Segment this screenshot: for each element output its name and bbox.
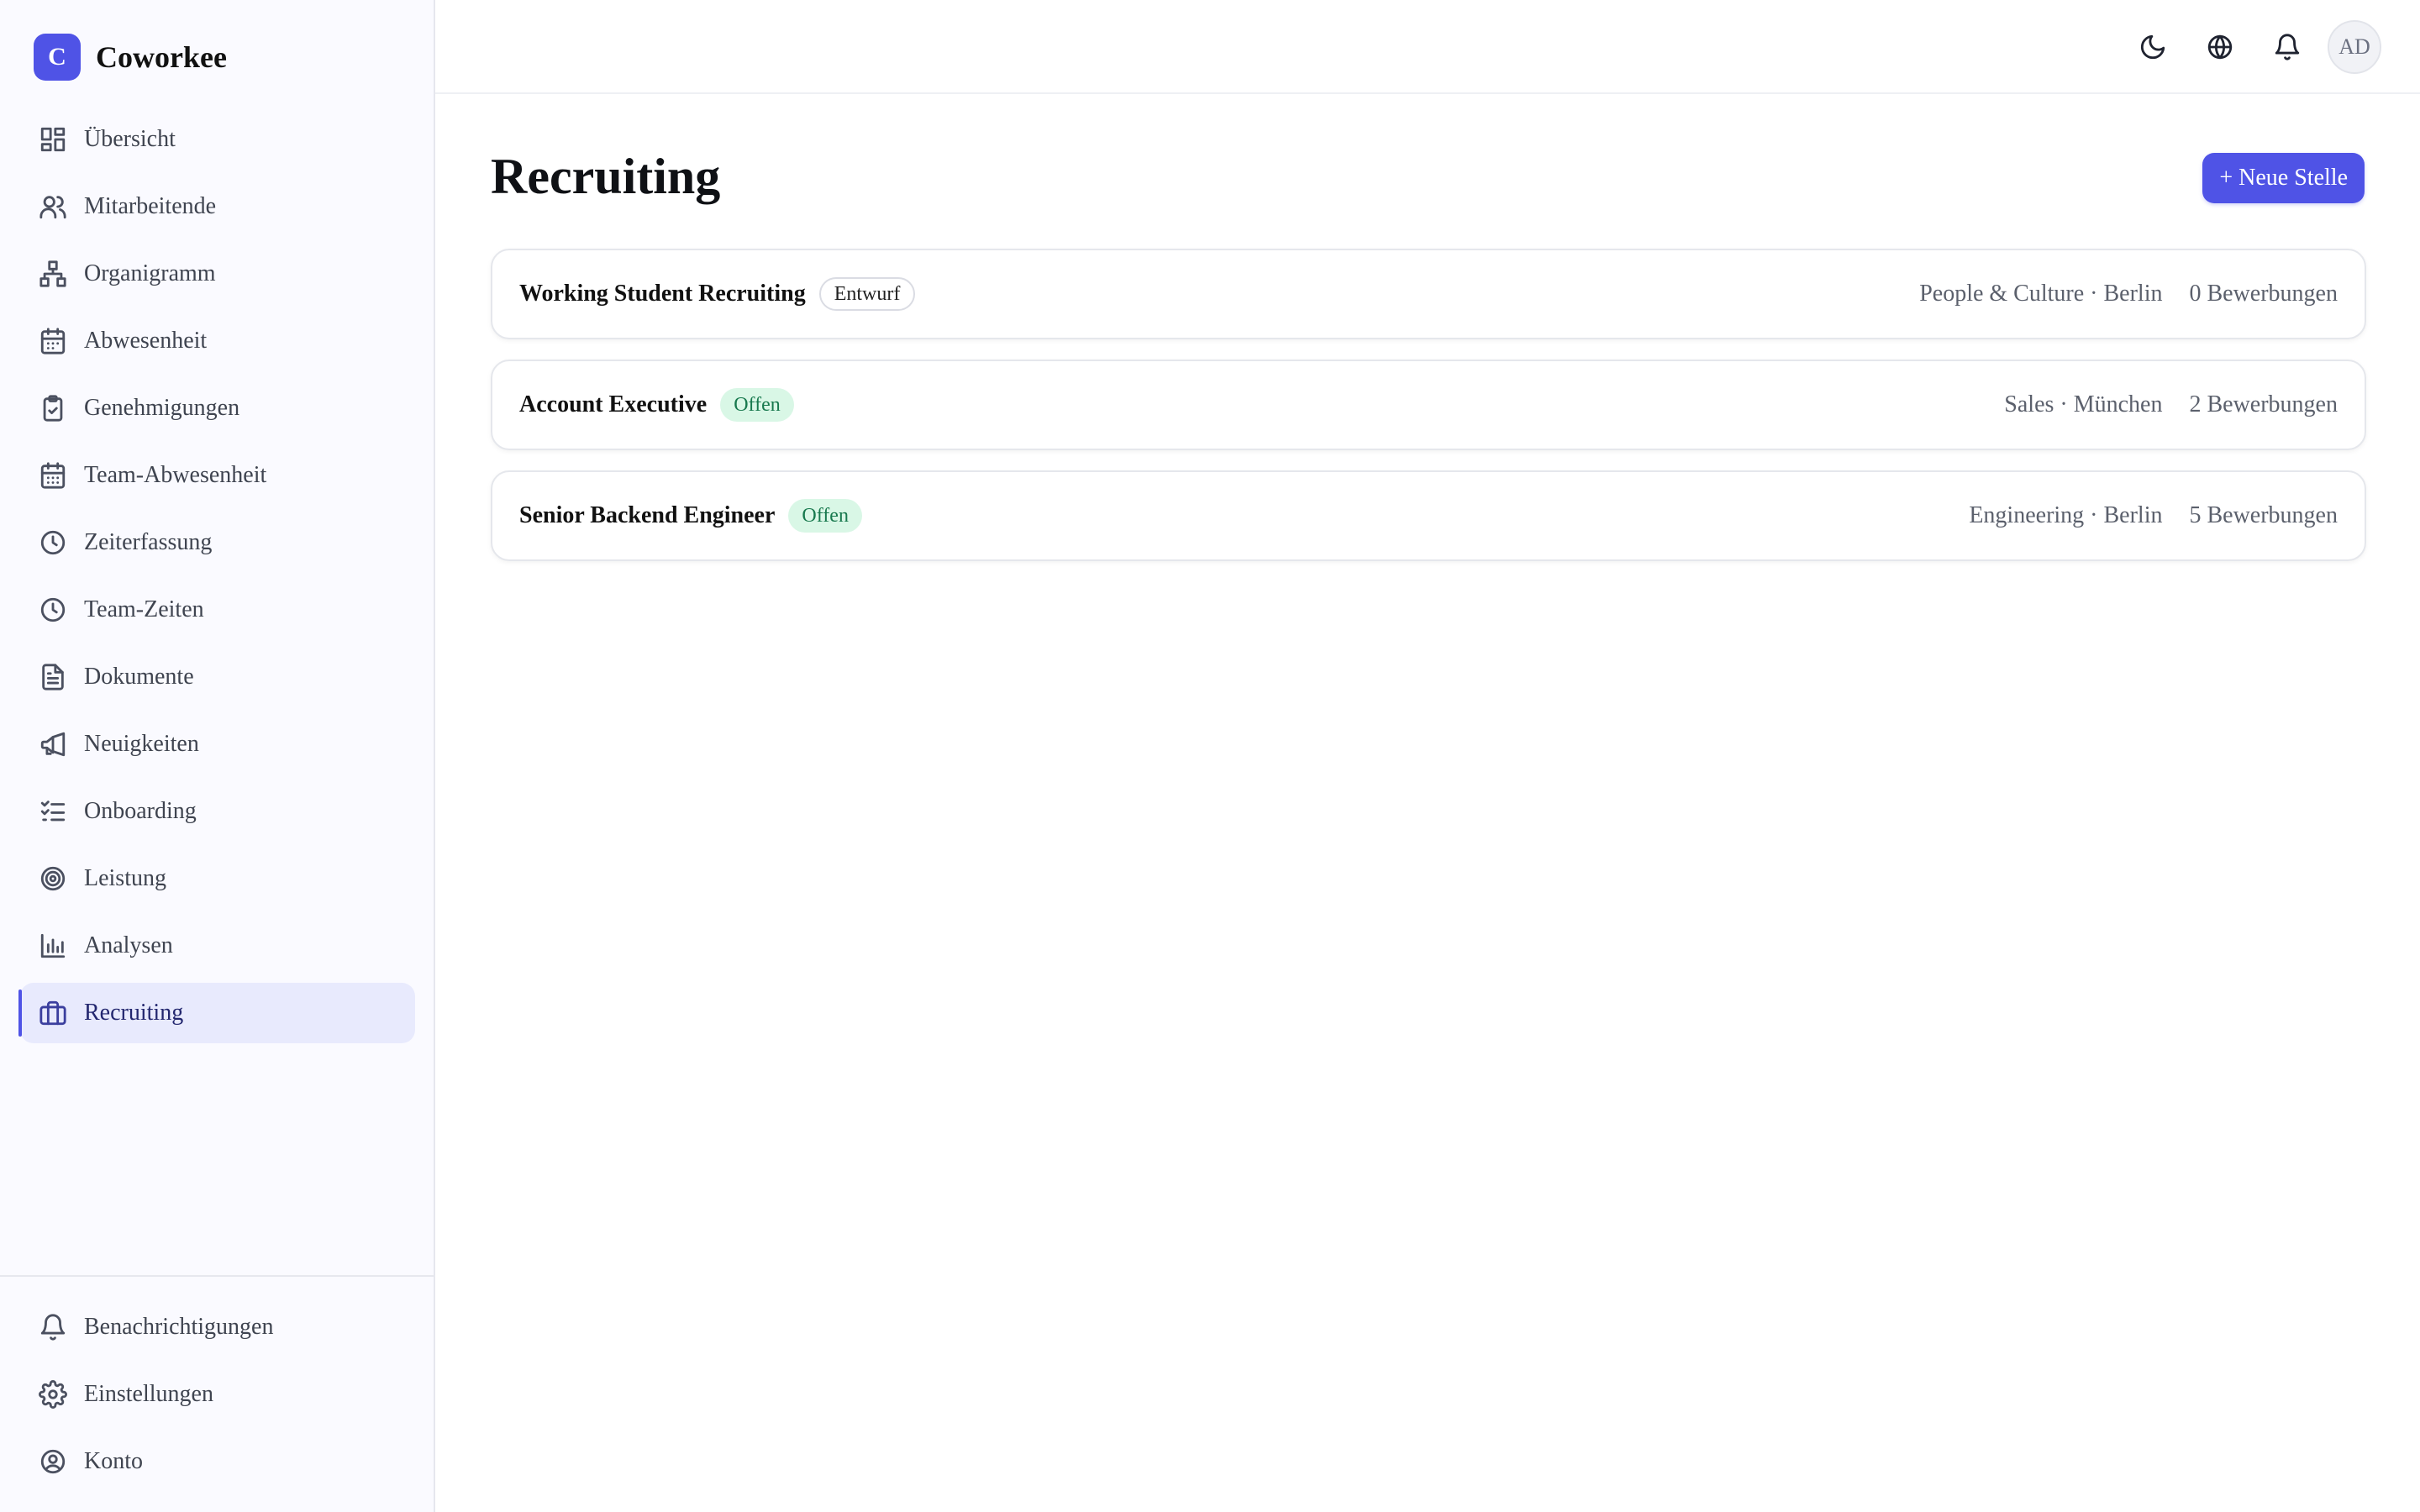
bar-chart-icon: [39, 932, 67, 960]
job-meta: People & Culture · Berlin: [1919, 281, 2163, 307]
brand-name: Coworkee: [96, 40, 227, 74]
job-title: Senior Backend Engineer: [519, 502, 776, 528]
language-button[interactable]: [2193, 20, 2247, 74]
topbar: AD: [435, 0, 2420, 94]
gear-icon: [39, 1380, 67, 1409]
sidebar-item-label: Team-Zeiten: [84, 596, 204, 622]
job-details: Engineering · Berlin 5 Bewerbungen: [1969, 502, 2338, 529]
globe-icon: [2207, 34, 2233, 60]
sidebar-item-zeiterfassung[interactable]: Zeiterfassung: [20, 512, 415, 573]
topbar-actions: AD: [2112, 20, 2381, 74]
job-applications: 0 Bewerbungen: [2189, 281, 2338, 307]
sidebar-item-label: Recruiting: [84, 1000, 184, 1026]
sidebar-item-konto[interactable]: Konto: [20, 1431, 415, 1492]
sidebar-item-leistung[interactable]: Leistung: [20, 848, 415, 909]
sidebar-item-label: Onboarding: [84, 798, 197, 824]
job-details: Sales · München 2 Bewerbungen: [2004, 391, 2338, 418]
sidebar-item-label: Übersicht: [84, 126, 176, 152]
sidebar-item-label: Analysen: [84, 932, 173, 958]
sidebar-item-label: Konto: [84, 1448, 143, 1474]
megaphone-icon: [39, 730, 67, 759]
new-job-button[interactable]: + Neue Stelle: [2202, 153, 2365, 203]
clipboard-check-icon: [39, 394, 67, 423]
calendar-icon: [39, 327, 67, 355]
bell-icon: [2275, 34, 2300, 60]
document-icon: [39, 663, 67, 691]
status-badge: Offen: [720, 388, 794, 422]
job-meta: Sales · München: [2004, 391, 2163, 417]
notifications-button[interactable]: [2260, 20, 2314, 74]
page-title: Recruiting: [491, 149, 721, 204]
sidebar-item-mitarbeitende[interactable]: Mitarbeitende: [20, 176, 415, 237]
sidebar-item-team-zeiten[interactable]: Team-Zeiten: [20, 580, 415, 640]
sidebar-item-label: Benachrichtigungen: [84, 1314, 274, 1340]
calendar-team-icon: [39, 461, 67, 490]
job-row[interactable]: Working Student Recruiting Entwurf Peopl…: [491, 249, 2366, 339]
sidebar-item-neuigkeiten[interactable]: Neuigkeiten: [20, 714, 415, 774]
avatar[interactable]: AD: [2328, 20, 2381, 74]
bell-icon: [39, 1313, 67, 1341]
job-row[interactable]: Account Executive Offen Sales · München …: [491, 360, 2366, 450]
clock-team-icon: [39, 596, 67, 624]
users-icon: [39, 192, 67, 221]
sidebar-item-uebersicht[interactable]: Übersicht: [20, 109, 415, 170]
job-row[interactable]: Senior Backend Engineer Offen Engineerin…: [491, 470, 2366, 561]
target-icon: [39, 864, 67, 893]
status-badge: Offen: [788, 499, 862, 533]
job-title: Working Student Recruiting: [519, 281, 806, 307]
job-meta: Engineering · Berlin: [1969, 502, 2163, 528]
sidebar-item-label: Genehmigungen: [84, 395, 240, 421]
job-title: Account Executive: [519, 391, 708, 417]
checklist-icon: [39, 797, 67, 826]
sidebar-item-label: Dokumente: [84, 664, 194, 690]
sidebar-item-genehmigungen[interactable]: Genehmigungen: [20, 378, 415, 438]
sidebar-item-organigramm[interactable]: Organigramm: [20, 244, 415, 304]
sidebar-item-label: Zeiterfassung: [84, 529, 213, 555]
sidebar-item-onboarding[interactable]: Onboarding: [20, 781, 415, 842]
sidebar-item-label: Neuigkeiten: [84, 731, 199, 757]
job-applications: 5 Bewerbungen: [2189, 502, 2338, 528]
briefcase-icon: [39, 999, 67, 1027]
sidebar-item-label: Einstellungen: [84, 1381, 213, 1407]
sidebar-item-label: Team-Abwesenheit: [84, 462, 267, 488]
sidebar-bottom: Benachrichtigungen Einstellungen Konto: [0, 1275, 434, 1512]
org-chart-icon: [39, 260, 67, 288]
sidebar-item-dokumente[interactable]: Dokumente: [20, 647, 415, 707]
sidebar-item-abwesenheit[interactable]: Abwesenheit: [20, 311, 415, 371]
status-badge: Entwurf: [818, 277, 916, 311]
sidebar-nav: Übersicht Mitarbeitende Organigramm Abwe…: [18, 109, 415, 1050]
clock-icon: [39, 528, 67, 557]
theme-toggle-button[interactable]: [2126, 20, 2180, 74]
sidebar-item-recruiting[interactable]: Recruiting: [18, 983, 415, 1043]
sidebar-item-einstellungen[interactable]: Einstellungen: [20, 1364, 415, 1425]
sidebar-item-benachrichtigungen[interactable]: Benachrichtigungen: [20, 1297, 415, 1357]
moon-icon: [2140, 34, 2165, 60]
brand-logo: C: [34, 34, 81, 81]
job-applications: 2 Bewerbungen: [2189, 391, 2338, 417]
job-details: People & Culture · Berlin 0 Bewerbungen: [1919, 281, 2338, 307]
sidebar-item-analysen[interactable]: Analysen: [20, 916, 415, 976]
brand[interactable]: C Coworkee: [34, 34, 227, 81]
user-circle-icon: [39, 1447, 67, 1476]
dashboard-icon: [39, 125, 67, 154]
sidebar-bottom-nav: Benachrichtigungen Einstellungen Konto: [20, 1297, 415, 1499]
sidebar-item-label: Mitarbeitende: [84, 193, 217, 219]
sidebar: C Coworkee Übersicht Mitarbeitende Organ…: [0, 0, 435, 1512]
sidebar-item-team-abwesenheit[interactable]: Team-Abwesenheit: [20, 445, 415, 506]
sidebar-item-label: Leistung: [84, 865, 166, 891]
sidebar-item-label: Organigramm: [84, 260, 216, 286]
sidebar-item-label: Abwesenheit: [84, 328, 208, 354]
job-list: Working Student Recruiting Entwurf Peopl…: [491, 249, 2366, 581]
